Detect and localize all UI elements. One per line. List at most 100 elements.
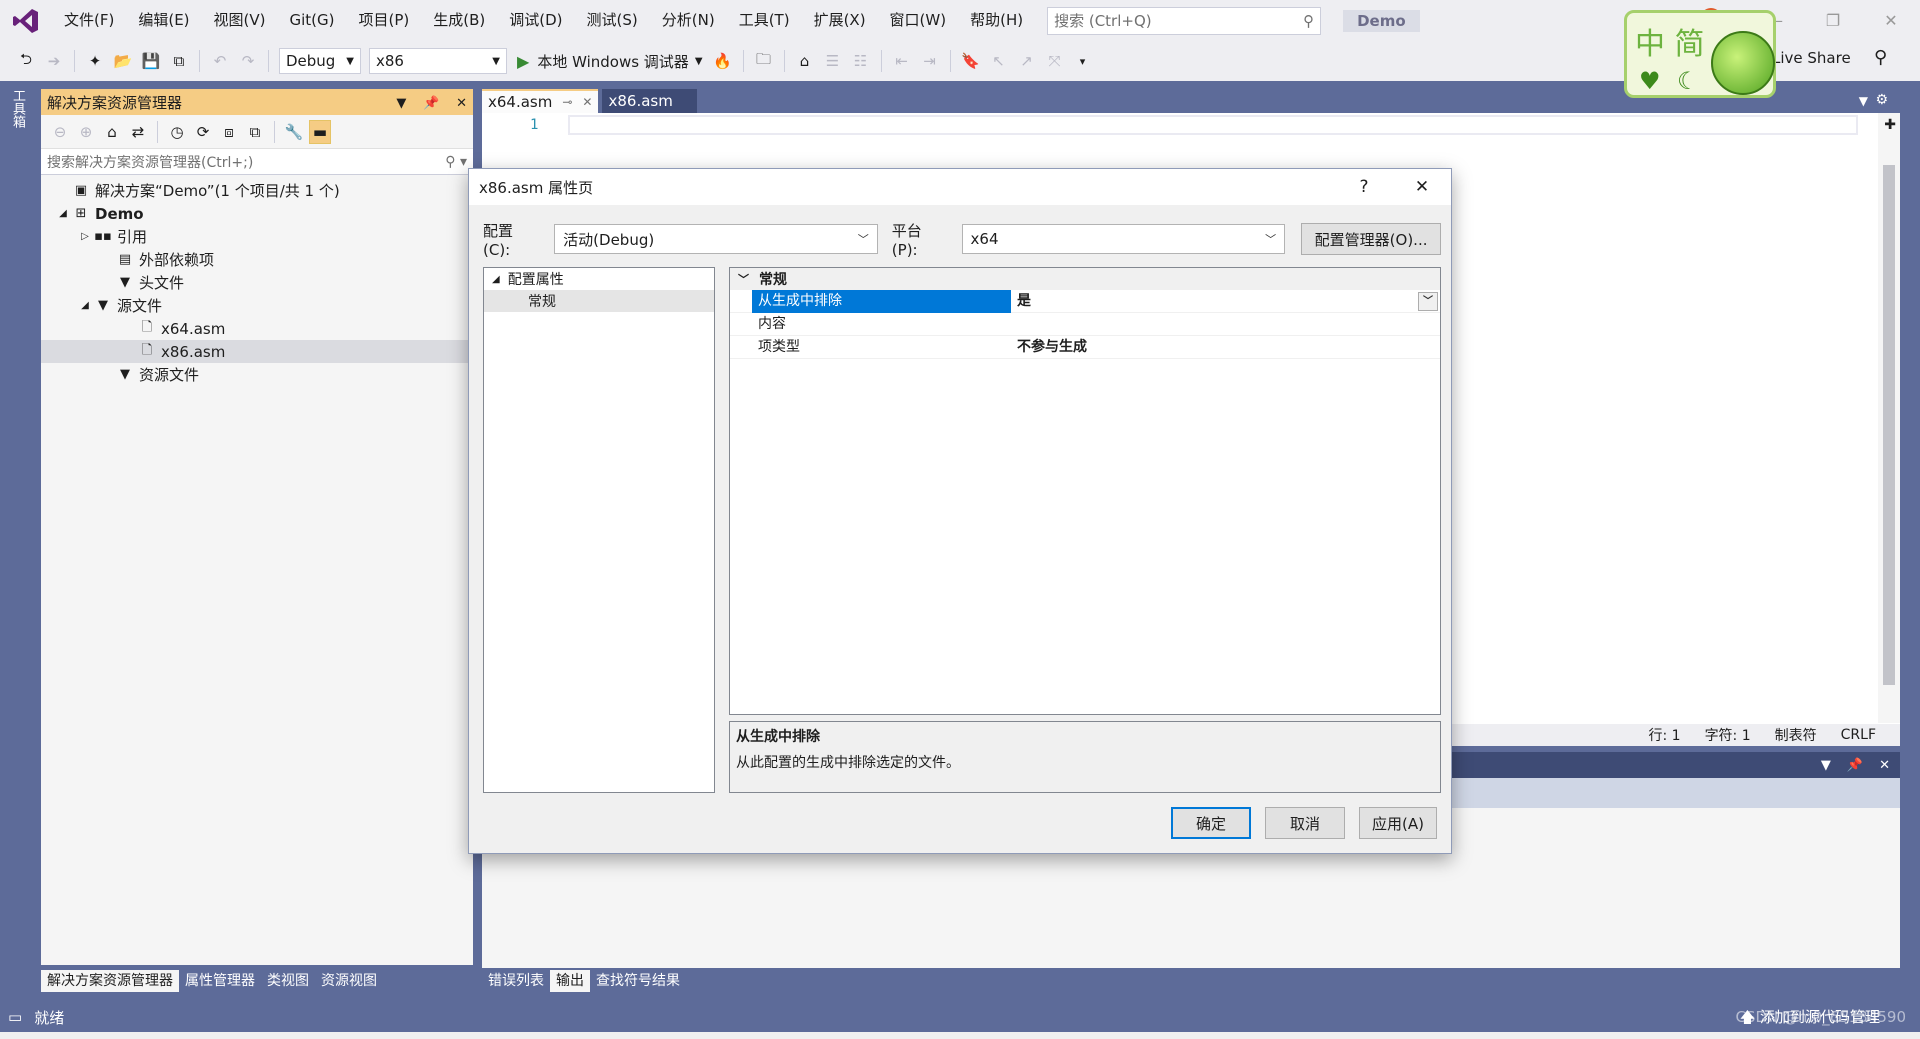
cancel-button[interactable]: 取消 [1265,807,1345,839]
show-all-files-icon[interactable]: ⧉ [244,120,266,144]
tab-left-panel[interactable]: 类视图 [261,970,315,992]
forward-icon[interactable]: ➔ [42,49,66,73]
dialog-close-button[interactable]: ✕ [1393,177,1451,197]
panel-menu-icon[interactable]: ▼ [396,96,406,111]
cursor-line[interactable]: 行: 1 [1648,725,1680,745]
tab-x86-asm[interactable]: x86.asm [602,89,697,113]
tab-bottom-panel[interactable]: 查找符号结果 [590,970,686,992]
visual-studio-logo[interactable] [0,0,52,41]
close-tab-icon[interactable]: ✕ [582,95,592,109]
back-icon[interactable]: ⊖ [49,120,71,144]
tab-left-panel[interactable]: 资源视图 [315,970,383,992]
ok-button[interactable]: 确定 [1171,807,1251,839]
expand-arrow-icon[interactable]: ▷ [77,231,93,242]
hot-reload-icon[interactable]: 🔥 [711,49,735,73]
tree-item[interactable]: ▣ 解决方案“Demo”(1 个项目/共 1 个) [41,179,473,202]
indent-icon[interactable]: ⇥ [918,49,942,73]
apply-button[interactable]: 应用(A) [1359,807,1437,839]
home-icon[interactable]: ⌂ [101,120,123,144]
menu-item[interactable]: 文件(F) [52,0,126,41]
solution-config-combo[interactable]: Debug ▼ [279,48,361,74]
chevron-down-icon[interactable]: ﹀ [1418,291,1438,311]
menu-item[interactable]: 测试(S) [575,0,650,41]
menu-item[interactable]: 帮助(H) [958,0,1035,41]
solution-explorer-search[interactable]: 搜索解决方案资源管理器(Ctrl+;) ⚲ ▾ [41,149,473,175]
ime-widget[interactable]: 中 简 ♥ ☾ [1624,10,1776,98]
property-category[interactable]: ﹀ 常规 [730,268,1440,290]
property-value[interactable] [1011,313,1440,336]
tree-item[interactable]: ◢ ▼ 源文件 [41,294,473,317]
start-debugging-button[interactable]: ▶ 本地 Windows 调试器 ▼ [517,51,703,72]
config-manager-button[interactable]: 配置管理器(O)... [1301,223,1441,255]
pin-icon[interactable]: ⊸ [562,95,572,109]
browser-link-icon[interactable]: ⌂ [793,49,817,73]
tree-item[interactable]: 🗋 x64.asm [41,317,473,340]
tree-item[interactable]: ▤ 外部依赖项 [41,248,473,271]
open-folder-icon[interactable]: 📂 [111,49,135,73]
save-icon[interactable]: 💾 [139,49,163,73]
panel-menu-icon[interactable]: ▼ [1821,758,1831,773]
menu-item[interactable]: 扩展(X) [802,0,878,41]
tree-item[interactable]: ▼ 头文件 [41,271,473,294]
outdent-icon[interactable]: ⇤ [890,49,914,73]
toolbox-tab[interactable]: 工具箱 [8,89,27,128]
tab-bottom-panel[interactable]: 输出 [550,970,590,992]
sync-icon[interactable]: ⟳ [192,120,214,144]
menu-item[interactable]: 工具(T) [727,0,802,41]
tree-item[interactable]: ◢ ⊞ Demo [41,202,473,225]
close-panel-icon[interactable]: ✕ [456,96,467,111]
bookmark-icon[interactable]: 🔖 [959,49,983,73]
pin-icon[interactable]: 📌 [423,96,439,111]
undo-icon[interactable]: ↶ [208,49,232,73]
forward-icon[interactable]: ⊕ [75,120,97,144]
property-row[interactable]: 内容 [730,313,1440,336]
expand-arrow-icon[interactable]: ◢ [492,274,500,285]
property-value[interactable]: 不参与生成 [1011,336,1440,359]
menu-item[interactable]: 窗口(W) [878,0,959,41]
solution-platform-combo[interactable]: x86 ▼ [369,48,507,74]
close-panel-icon[interactable]: ✕ [1879,758,1890,773]
cursor-char[interactable]: 字符: 1 [1705,725,1751,745]
configuration-combo[interactable]: 活动(Debug) ﹀ [554,224,878,254]
global-search-box[interactable]: 搜索 (Ctrl+Q) ⚲ [1047,6,1322,35]
platform-combo[interactable]: x64 ﹀ [961,224,1286,254]
next-bookmark-icon[interactable]: ↗ [1015,49,1039,73]
live-share-button[interactable]: Live Share [1772,49,1851,67]
uncomment-icon[interactable]: ☷ [849,49,873,73]
tab-left-panel[interactable]: 属性管理器 [179,970,261,992]
menu-item[interactable]: 视图(V) [202,0,278,41]
menu-item[interactable]: 调试(D) [497,0,574,41]
tab-x64-asm[interactable]: x64.asm ⊸ ✕ [482,89,599,113]
tab-overflow-icon[interactable]: ▼ [1859,94,1868,108]
tab-left-panel[interactable]: 解决方案资源管理器 [41,970,179,992]
pending-changes-icon[interactable]: ◷ [166,120,188,144]
menu-item[interactable]: 分析(N) [650,0,727,41]
feedback-icon[interactable]: ⚲ [1874,47,1887,68]
menu-item[interactable]: 生成(B) [421,0,497,41]
tab-bottom-panel[interactable]: 错误列表 [482,970,550,992]
clear-bookmarks-icon[interactable]: ⤧ [1043,49,1067,73]
find-in-files-icon[interactable]: 🗀 [752,49,776,73]
preview-selected-icon[interactable]: ▬ [309,119,331,144]
tree-item[interactable]: 🗋 x86.asm [41,340,473,363]
vertical-scrollbar[interactable]: ✚ [1878,113,1900,723]
pin-icon[interactable]: 📌 [1847,758,1863,773]
indent-mode[interactable]: 制表符 [1775,725,1817,745]
save-all-icon[interactable]: ⧉ [167,49,191,73]
property-row[interactable]: 从生成中排除是 ﹀ [730,289,1440,313]
tree-item[interactable]: ▷ ▪▪ 引用 [41,225,473,248]
menu-item[interactable]: Git(G) [278,0,347,41]
prev-bookmark-icon[interactable]: ↖ [987,49,1011,73]
expand-arrow-icon[interactable]: ◢ [77,300,93,311]
split-editor-icon[interactable]: ✚ [1884,117,1896,133]
property-row[interactable]: 项类型 不参与生成 [730,336,1440,359]
switch-views-icon[interactable]: ⇄ [127,120,149,144]
scrollbar-thumb[interactable] [1883,165,1895,685]
back-icon[interactable]: ⮌ [14,49,38,73]
tree-item[interactable]: ▼ 资源文件 [41,363,473,386]
property-tree-item[interactable]: ◢ 配置属性 [484,268,714,290]
close-window-button[interactable]: ✕ [1862,0,1920,41]
gear-icon[interactable]: ⚙ [1875,92,1888,108]
comment-icon[interactable]: ☰ [821,49,845,73]
properties-icon[interactable]: 🔧 [283,120,305,144]
